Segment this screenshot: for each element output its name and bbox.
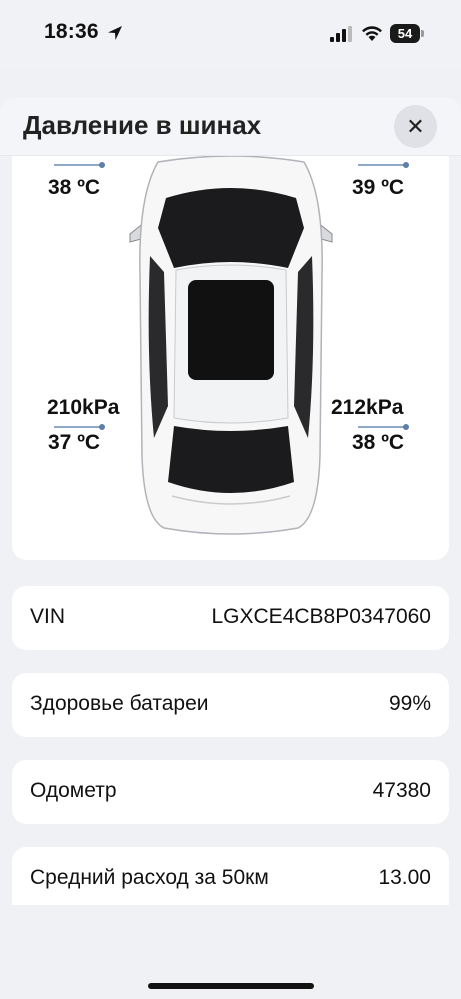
close-icon: ✕ <box>406 113 425 139</box>
odometer-card: Одометр 47380 <box>12 760 449 824</box>
tire-front-right-temperature: 39 ºC <box>352 176 405 199</box>
battery-health-card: Здоровье батареи 99% <box>12 673 449 737</box>
status-bar: 18:36 54 <box>0 0 461 70</box>
odometer-value: 47380 <box>372 779 431 802</box>
vin-label: VIN <box>30 605 66 628</box>
status-time: 18:36 <box>44 20 99 43</box>
page-title: Давление в шинах <box>23 110 262 140</box>
battery-level: 54 <box>397 26 413 41</box>
signal-icon <box>330 26 352 42</box>
battery-health-value: 99% <box>388 692 431 715</box>
tire-front-right-indicator <box>358 162 409 168</box>
vin-card: VIN LGXCE4CB8P0347060 <box>12 586 449 650</box>
wifi-icon <box>362 26 382 41</box>
tire-rear-right-temperature: 38 ºC <box>352 431 405 454</box>
close-button[interactable]: ✕ <box>394 105 437 148</box>
tire-pressure-sheet: Давление в шинах ✕ 38 ºC 39 ºC 210kPa 37… <box>0 98 461 999</box>
car-top-view-image <box>129 156 333 535</box>
location-arrow-icon <box>108 26 122 40</box>
car-card: 38 ºC 39 ºC 210kPa 37 ºC 212kPa 38 ºC <box>12 156 449 560</box>
battery-tip <box>421 30 424 37</box>
tire-rear-left-pressure: 210kPa <box>47 396 120 419</box>
tire-front-left-temperature: 38 ºC <box>48 176 101 199</box>
odometer-label: Одометр <box>30 779 117 802</box>
avg-consumption-card: Средний расход за 50км 13.00 <box>12 847 449 905</box>
tire-rear-right-pressure: 212kPa <box>331 396 404 419</box>
avg-consumption-label: Средний расход за 50км <box>30 866 269 889</box>
tire-rear-right-indicator <box>358 424 409 430</box>
tire-front-left-indicator <box>54 162 105 168</box>
vin-value: LGXCE4CB8P0347060 <box>211 605 432 628</box>
battery-health-label: Здоровье батареи <box>30 692 209 715</box>
tire-rear-left-temperature: 37 ºC <box>48 431 101 454</box>
battery-icon: 54 <box>390 24 420 43</box>
sheet-header: Давление в шинах ✕ <box>0 98 461 156</box>
avg-consumption-value: 13.00 <box>378 866 431 889</box>
home-indicator[interactable] <box>148 983 314 989</box>
tire-rear-left-indicator <box>54 424 105 430</box>
